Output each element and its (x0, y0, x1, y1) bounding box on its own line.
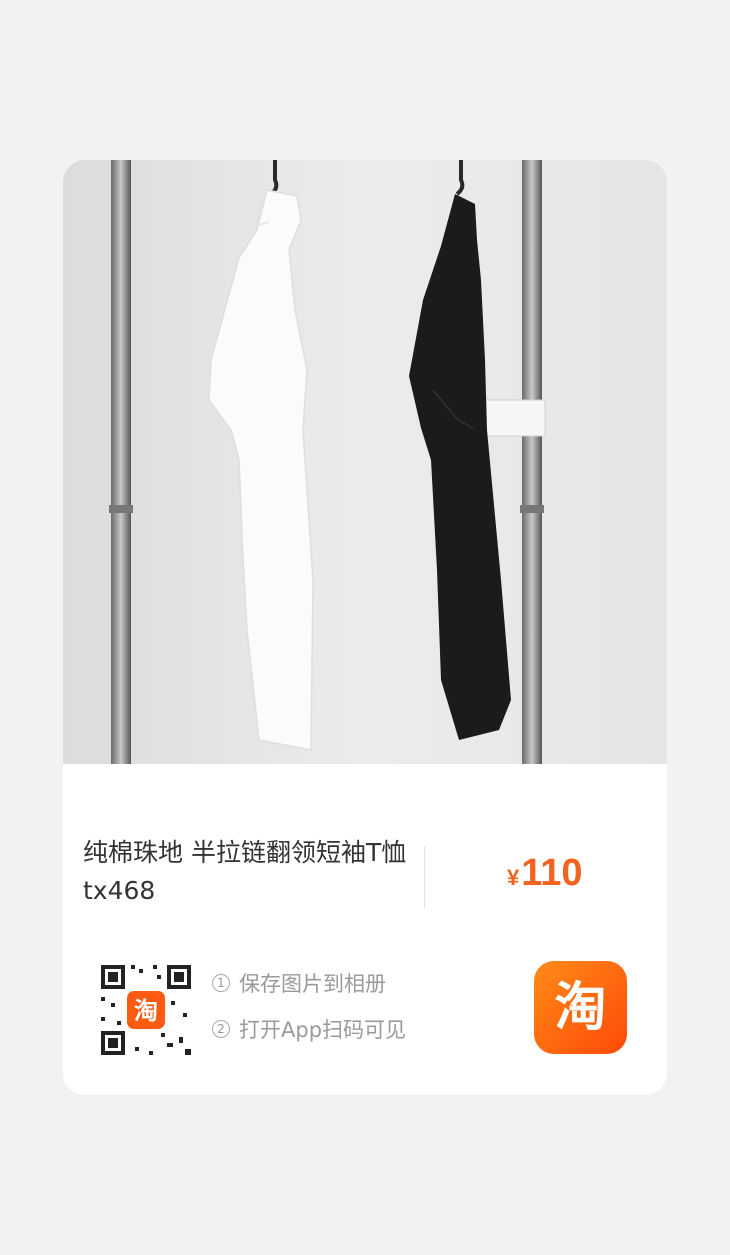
step-text: 打开App扫码可见 (239, 1018, 407, 1042)
price-currency: ¥ (507, 865, 520, 890)
step-text: 保存图片到相册 (239, 972, 386, 996)
qr-code-icon[interactable]: 淘 (97, 961, 195, 1059)
step-item: 1 保存图片到相册 (212, 968, 406, 998)
svg-text:淘: 淘 (134, 997, 158, 1025)
product-image[interactable] (63, 160, 667, 764)
taobao-logo-icon[interactable]: 淘 (534, 961, 627, 1054)
rack-pole-left (111, 160, 131, 764)
product-info: 纯棉珠地 半拉链翻领短袖T恤 tx468 ¥110 淘 1 保存图片到相册 2 … (63, 764, 667, 1095)
scan-instructions: 1 保存图片到相册 2 打开App扫码可见 (212, 968, 406, 1060)
divider (424, 846, 425, 908)
share-card: 纯棉珠地 半拉链翻领短袖T恤 tx468 ¥110 淘 1 保存图片到相册 2 … (63, 160, 667, 1095)
step-item: 2 打开App扫码可见 (212, 1014, 406, 1044)
taobao-logo-glyph: 淘 (554, 977, 607, 1038)
step-number: 2 (212, 1020, 230, 1038)
product-price: ¥110 (507, 852, 583, 895)
rack-pole-right (522, 160, 542, 764)
wall-switch (482, 399, 546, 437)
step-number: 1 (212, 974, 230, 992)
product-title[interactable]: 纯棉珠地 半拉链翻领短袖T恤 tx468 (83, 834, 408, 910)
price-amount: 110 (521, 852, 583, 894)
